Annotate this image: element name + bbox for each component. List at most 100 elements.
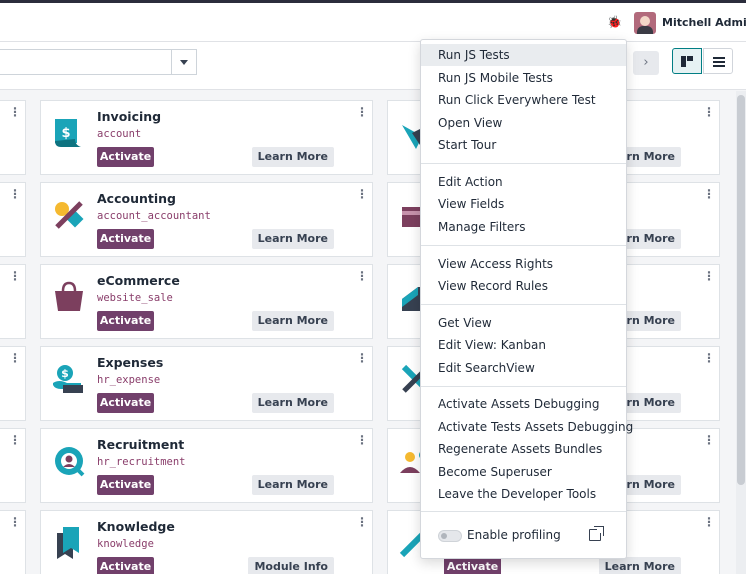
app-card-ecommerce[interactable]: eCommerce website_sale Activate Learn Mo…: [40, 264, 373, 339]
search-input[interactable]: [0, 49, 171, 75]
top-navbar: 🐞 Mitchell Admin: [0, 0, 746, 42]
user-avatar[interactable]: [634, 12, 656, 34]
card-menu-icon[interactable]: ⋮: [356, 516, 368, 528]
learn-more-button[interactable]: Learn More: [598, 557, 681, 574]
menu-item-become-superuser[interactable]: Become Superuser: [421, 461, 626, 483]
app-card-accounting[interactable]: Accounting account_accountant Activate L…: [40, 182, 373, 257]
card-menu-icon[interactable]: ⋮: [9, 106, 21, 118]
menu-item-edit-action[interactable]: Edit Action: [421, 171, 626, 193]
app-technical-name: account_accountant: [97, 210, 211, 222]
list-view-button[interactable]: [703, 48, 733, 74]
activate-button[interactable]: Activate: [97, 393, 154, 413]
card-menu-icon[interactable]: ⋮: [703, 106, 715, 118]
control-panel: ›: [0, 42, 746, 90]
app-name: Recruitment: [97, 437, 185, 452]
ecommerce-icon: [55, 281, 83, 311]
card-menu-icon[interactable]: ⋮: [9, 516, 21, 528]
menu-item-edit-searchview[interactable]: Edit SearchView: [421, 357, 626, 379]
profiling-toggle[interactable]: [438, 530, 462, 542]
app-card-expenses[interactable]: $ Expenses hr_expense Activate Learn Mor…: [40, 346, 373, 421]
app-technical-name: website_sale: [97, 292, 173, 304]
recruitment-icon: [55, 447, 85, 477]
app-card-recruitment[interactable]: Recruitment hr_recruitment Activate Lear…: [40, 428, 373, 503]
activate-button[interactable]: Activate: [97, 147, 154, 167]
menu-divider: [421, 245, 626, 246]
card-menu-icon[interactable]: ⋮: [356, 270, 368, 282]
app-card-left[interactable]: ⋮: [0, 428, 26, 503]
kanban-icon-card: [687, 56, 693, 61]
menu-item-run-js-tests[interactable]: Run JS Tests: [421, 44, 626, 66]
menu-item-run-js-mobile-tests[interactable]: Run JS Mobile Tests: [421, 67, 626, 89]
card-menu-icon[interactable]: ⋮: [9, 352, 21, 364]
menu-item-view-record-rules[interactable]: View Record Rules: [421, 275, 626, 297]
app-card-left[interactable]: ⋮: [0, 510, 26, 574]
learn-more-button[interactable]: Learn More: [251, 311, 334, 331]
pager-next-button[interactable]: ›: [633, 51, 659, 75]
user-name[interactable]: Mitchell Admin: [662, 16, 746, 29]
kanban-view-button[interactable]: [672, 48, 702, 74]
menu-item-regenerate-assets-bundles[interactable]: Regenerate Assets Bundles: [421, 438, 626, 460]
activate-button[interactable]: Activate: [97, 557, 154, 574]
card-menu-icon[interactable]: ⋮: [703, 352, 715, 364]
app-name: eCommerce: [97, 273, 180, 288]
learn-more-button[interactable]: Learn More: [251, 147, 334, 167]
app-card-left[interactable]: ⋮: [0, 100, 26, 175]
svg-text:$: $: [61, 126, 70, 141]
card-menu-icon[interactable]: ⋮: [356, 434, 368, 446]
scrollbar-thumb[interactable]: [737, 95, 745, 485]
vertical-scrollbar[interactable]: [736, 91, 746, 574]
app-card-left[interactable]: ⋮: [0, 346, 26, 421]
app-name: Invoicing: [97, 109, 162, 124]
activate-button[interactable]: Activate: [444, 557, 501, 574]
card-menu-icon[interactable]: ⋮: [356, 188, 368, 200]
avatar-body: [637, 26, 653, 34]
app-card-left[interactable]: ⋮: [0, 264, 26, 339]
menu-item-manage-filters[interactable]: Manage Filters: [421, 216, 626, 238]
card-menu-icon[interactable]: ⋮: [703, 516, 715, 528]
card-menu-icon[interactable]: ⋮: [356, 106, 368, 118]
menu-item-run-click-everywhere[interactable]: Run Click Everywhere Test: [421, 89, 626, 111]
debug-menu: Run JS Tests Run JS Mobile Tests Run Cli…: [420, 39, 633, 559]
knowledge-icon: [57, 527, 79, 559]
menu-item-get-view[interactable]: Get View: [421, 312, 626, 334]
module-info-button[interactable]: Module Info: [248, 557, 334, 574]
menu-divider: [421, 163, 626, 164]
menu-divider: [421, 304, 626, 305]
menu-item-start-tour[interactable]: Start Tour: [421, 134, 626, 156]
card-menu-icon[interactable]: ⋮: [356, 352, 368, 364]
menu-item-view-access-rights[interactable]: View Access Rights: [421, 253, 626, 275]
card-menu-icon[interactable]: ⋮: [9, 270, 21, 282]
card-menu-icon[interactable]: ⋮: [703, 270, 715, 282]
activate-button[interactable]: Activate: [97, 475, 154, 495]
menu-item-activate-tests-assets-debugging[interactable]: Activate Tests Assets Debugging: [421, 416, 633, 438]
learn-more-button[interactable]: Learn More: [251, 475, 334, 495]
card-menu-icon[interactable]: ⋮: [9, 434, 21, 446]
app-card-left[interactable]: ⋮: [0, 182, 26, 257]
menu-divider: [421, 511, 626, 512]
app-card-knowledge[interactable]: Knowledge knowledge Activate Module Info…: [40, 510, 373, 574]
card-menu-icon[interactable]: ⋮: [9, 188, 21, 200]
accounting-icon: [55, 201, 84, 229]
app-name: Expenses: [97, 355, 164, 370]
learn-more-button[interactable]: Learn More: [251, 393, 334, 413]
menu-item-leave-developer-tools[interactable]: Leave the Developer Tools: [421, 483, 626, 505]
avatar-face: [640, 16, 650, 26]
app-card-invoicing[interactable]: $ Invoicing account Activate Learn More …: [40, 100, 373, 175]
menu-item-open-view[interactable]: Open View: [421, 112, 626, 134]
card-menu-icon[interactable]: ⋮: [703, 188, 715, 200]
card-menu-icon[interactable]: ⋮: [703, 434, 715, 446]
search-options-toggle[interactable]: [171, 49, 197, 75]
menu-item-activate-assets-debugging[interactable]: Activate Assets Debugging: [421, 393, 626, 415]
profiling-label[interactable]: Enable profiling: [467, 524, 561, 546]
menu-item-edit-view-kanban[interactable]: Edit View: Kanban: [421, 334, 626, 356]
learn-more-button[interactable]: Learn More: [251, 229, 334, 249]
kanban-icon-col: [681, 56, 686, 67]
activate-button[interactable]: Activate: [97, 229, 154, 249]
menu-item-view-fields[interactable]: View Fields: [421, 193, 626, 215]
activate-button[interactable]: Activate: [97, 311, 154, 331]
app-technical-name: knowledge: [97, 538, 154, 550]
bug-icon[interactable]: 🐞: [607, 14, 622, 30]
list-icon-line: [713, 57, 725, 59]
app-name: Accounting: [97, 191, 176, 206]
list-icon-line: [713, 65, 725, 67]
